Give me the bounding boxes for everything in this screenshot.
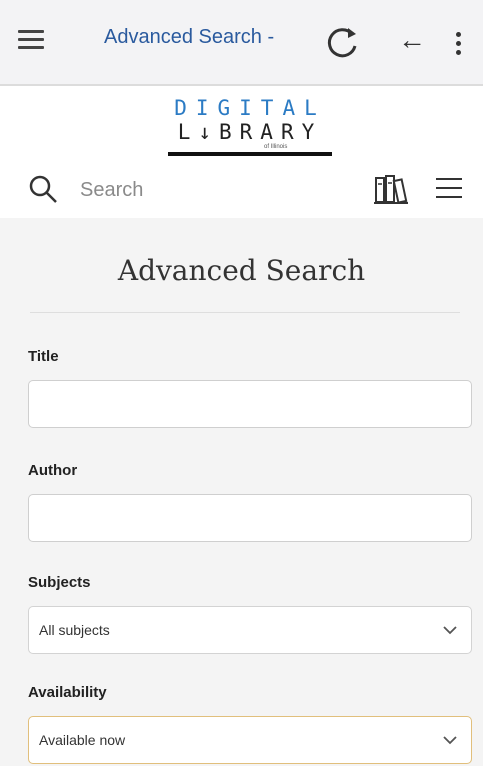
advanced-search-panel: Advanced Search Title Author Subjects Al… xyxy=(0,218,483,766)
search-icon[interactable] xyxy=(28,174,58,204)
chevron-down-icon xyxy=(443,626,457,635)
author-field[interactable] xyxy=(28,494,472,542)
page-title-tab: Advanced Search - xyxy=(104,26,275,48)
search-bar xyxy=(0,166,483,216)
subjects-selected-value: All subjects xyxy=(39,622,110,638)
subjects-label: Subjects xyxy=(28,574,91,591)
chevron-down-icon xyxy=(443,736,457,745)
availability-select[interactable]: Available now xyxy=(28,716,472,764)
books-icon[interactable] xyxy=(374,174,408,206)
logo-line-library: L↓BRARY xyxy=(177,120,323,144)
reload-icon[interactable] xyxy=(322,22,362,62)
browser-toolbar: Advanced Search - ← xyxy=(0,0,483,86)
heading-divider xyxy=(30,312,460,313)
site-logo[interactable]: DIGITAL L↓BRARY of Illinois xyxy=(0,90,483,162)
title-field[interactable] xyxy=(28,380,472,428)
logo-line-digital: DIGITAL xyxy=(174,96,326,120)
author-label: Author xyxy=(28,462,78,479)
page-heading: Advanced Search xyxy=(117,254,366,287)
availability-label: Availability xyxy=(28,684,107,701)
arrow-left-icon[interactable]: ← xyxy=(398,26,426,54)
subjects-select[interactable]: All subjects xyxy=(28,606,472,654)
site-menu-icon[interactable] xyxy=(436,178,462,200)
more-vert-icon[interactable] xyxy=(456,32,462,56)
hamburger-icon[interactable] xyxy=(18,30,44,50)
availability-selected-value: Available now xyxy=(39,732,126,748)
logo-subtitle: of Illinois xyxy=(262,144,290,150)
search-input[interactable] xyxy=(80,172,340,208)
title-label: Title xyxy=(28,348,59,365)
logo-underline xyxy=(168,152,332,156)
